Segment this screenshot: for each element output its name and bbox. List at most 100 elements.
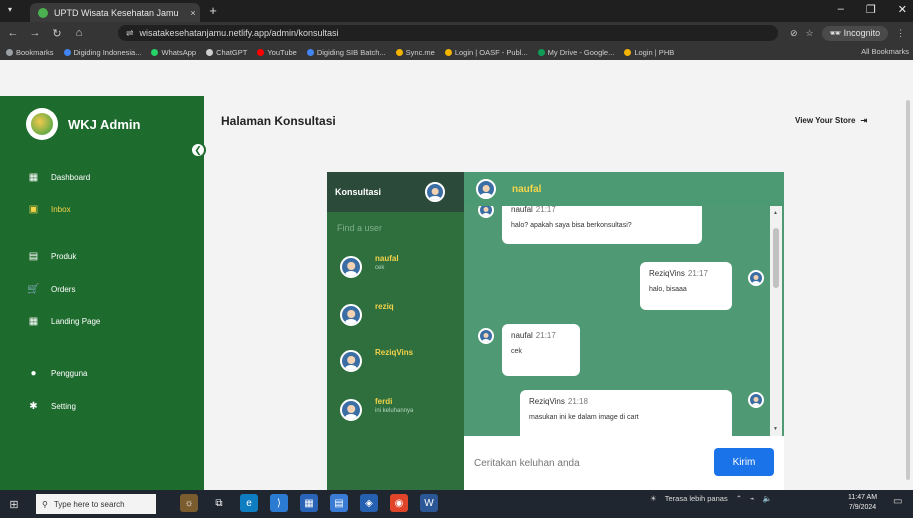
close-window-icon[interactable]: ✕ — [898, 3, 907, 16]
tab-title: UPTD Wisata Kesehatan Jamu — [54, 7, 179, 18]
avatar — [478, 206, 494, 218]
bookmark-item[interactable]: Digiding Indonesia... — [63, 48, 141, 57]
tab-close-icon[interactable]: × — [186, 8, 200, 18]
send-button[interactable]: Kirim — [714, 448, 774, 476]
tray-chevron-icon[interactable]: ⌃ — [736, 494, 742, 503]
chat-user-item[interactable]: ferdi ini keluhannya — [335, 397, 460, 427]
network-icon[interactable]: ⌁ — [750, 494, 755, 503]
message-sender: naufal — [511, 331, 533, 340]
sidebar-item-dashboard[interactable]: ▦ Dashboard — [28, 172, 90, 183]
vscode-icon[interactable]: ⟩ — [270, 494, 288, 512]
chat-user-item[interactable]: naufal cek — [335, 254, 460, 284]
scroll-down-icon[interactable]: ▼ — [773, 426, 778, 432]
bookmark-star-icon[interactable]: ☆ — [806, 28, 814, 39]
avatar — [748, 392, 764, 408]
message-scrollbar[interactable]: ▲ ▼ — [770, 206, 782, 436]
incognito-badge[interactable]: 🕶 Incognito — [821, 26, 889, 41]
widget-icon[interactable]: ☼ — [180, 494, 198, 512]
taskbar-search[interactable]: ⚲ Type here to search — [36, 494, 156, 514]
back-icon[interactable]: ← — [4, 27, 22, 39]
message-bubble: naufal 21:17 halo? apakah saya bisa berko… — [502, 206, 702, 244]
sidebar-item-produk[interactable]: ▤ Produk — [28, 251, 77, 262]
message-composer: Ceritakan keluhan anda Kirim — [464, 436, 784, 490]
bookmark-item[interactable]: Digiding SIB Batch... — [306, 48, 386, 57]
bookmark-item[interactable]: Login | OASF - Publ... — [444, 48, 528, 57]
bookmark-item[interactable]: WhatsApp — [151, 48, 196, 57]
window-controls: – ❐ ✕ — [838, 3, 907, 16]
windows-start-icon[interactable]: ⊞ — [0, 498, 28, 511]
new-tab-button[interactable]: + — [205, 3, 221, 18]
taskbar-clock[interactable]: 11:47 AM 7/9/2024 — [848, 493, 877, 513]
bookmark-item[interactable]: My Drive - Google... — [537, 48, 614, 57]
chat-user-name: reziq — [375, 302, 394, 311]
find-user-input[interactable]: Find a user — [327, 218, 464, 238]
page-scrollbar[interactable] — [903, 96, 913, 490]
sidebar-item-setting[interactable]: ✱ Setting — [28, 401, 76, 412]
browser-menu-icon[interactable]: ⋮ — [896, 28, 905, 39]
view-store-link[interactable]: View Your Store ⇥ — [795, 116, 867, 125]
all-bookmarks-button[interactable]: All Bookmarks — [861, 47, 909, 56]
bookmark-item[interactable]: ChatGPT — [206, 48, 247, 57]
scroll-thumb[interactable] — [773, 228, 779, 288]
bookmark-label: WhatsApp — [161, 47, 197, 57]
message-text: masukan ini ke dalam image di cart — [529, 414, 639, 421]
home-icon[interactable]: ⌂ — [70, 27, 88, 39]
message-bubble: naufal 21:17 cek — [502, 324, 580, 376]
browser-tab[interactable]: UPTD Wisata Kesehatan Jamu × — [30, 3, 200, 22]
scroll-up-icon[interactable]: ▲ — [773, 210, 778, 216]
message-time: 21:17 — [535, 331, 556, 340]
browser-toolbar: ← → ↻ ⌂ ⇌ wisatakesehatanjamu.netlify.ap… — [0, 22, 913, 44]
eye-off-icon[interactable]: ⊘ — [790, 28, 798, 39]
bookmark-item[interactable]: Sync.me — [395, 48, 435, 57]
taskbar-apps: ☼ ⧉ e ⟩ ▦ ▤ ◈ ◉ W — [180, 494, 438, 512]
bookmark-label: YouTube — [267, 47, 297, 57]
task-view-icon[interactable]: ⧉ — [210, 494, 228, 512]
chat-user-item[interactable]: reziq — [335, 302, 460, 332]
word-icon[interactable]: W — [420, 494, 438, 512]
sidebar-item-inbox[interactable]: ▣ Inbox — [28, 204, 71, 215]
active-user-avatar — [476, 179, 496, 199]
sidebar-item-label: Produk — [51, 252, 77, 261]
minimize-icon[interactable]: – — [838, 3, 844, 16]
message-time: 21:17 — [535, 206, 556, 214]
bookmark-item[interactable]: YouTube — [257, 47, 297, 57]
notification-icon[interactable]: ▭ — [893, 496, 902, 507]
gear-icon: ✱ — [29, 401, 38, 412]
edge-icon[interactable]: e — [240, 494, 258, 512]
page-title: Halaman Konsultasi — [221, 114, 336, 128]
brand[interactable]: WKJ Admin — [26, 108, 140, 140]
message-input[interactable]: Ceritakan keluhan anda — [474, 454, 694, 474]
app-grid-icon[interactable]: ▦ — [300, 494, 318, 512]
url-text: wisatakesehatanjamu.netlify.app/admin/ko… — [139, 28, 339, 38]
sidebar-item-orders[interactable]: 🛒 Orders — [27, 284, 75, 295]
inbox-icon: ▣ — [28, 204, 39, 215]
active-user-name: naufal — [512, 183, 542, 195]
file-explorer-icon[interactable]: ▤ — [330, 494, 348, 512]
bookmark-favicon-icon — [151, 48, 159, 56]
cart-icon: 🛒 — [27, 284, 40, 295]
page-scroll-thumb[interactable] — [906, 100, 910, 480]
chat-user-list: Konsultasi Find a user naufal cek reziq … — [327, 172, 464, 490]
bookmark-favicon-icon — [624, 48, 632, 56]
chat-user-item[interactable]: ReziqVins — [335, 348, 460, 378]
chrome-icon[interactable]: ◉ — [390, 494, 408, 512]
volume-icon[interactable]: 🔈 — [763, 494, 772, 503]
address-bar[interactable]: ⇌ wisatakesehatanjamu.netlify.app/admin/… — [118, 25, 778, 41]
weather-text[interactable]: Terasa lebih panas — [665, 494, 728, 503]
brand-logo — [26, 108, 58, 140]
store-icon[interactable]: ◈ — [360, 494, 378, 512]
reload-icon[interactable]: ↻ — [48, 27, 66, 40]
avatar — [340, 350, 362, 372]
restore-icon[interactable]: ❐ — [866, 3, 876, 16]
sidebar-collapse-button[interactable]: ❮ — [190, 142, 206, 158]
sidebar-item-landing-page[interactable]: ▦ Landing Page — [28, 316, 101, 327]
user-icon: ● — [30, 368, 37, 379]
forward-icon[interactable]: → — [26, 27, 44, 39]
avatar — [340, 256, 362, 278]
sidebar-item-pengguna[interactable]: ● Pengguna — [28, 368, 87, 379]
site-info-icon[interactable]: ⇌ — [126, 28, 134, 39]
bookmark-item[interactable]: Bookmarks — [6, 48, 54, 57]
tab-search-icon[interactable]: ▾ — [8, 5, 12, 14]
chat-user-name: ferdi — [375, 397, 393, 406]
bookmark-item[interactable]: Login | PHB — [624, 48, 674, 57]
